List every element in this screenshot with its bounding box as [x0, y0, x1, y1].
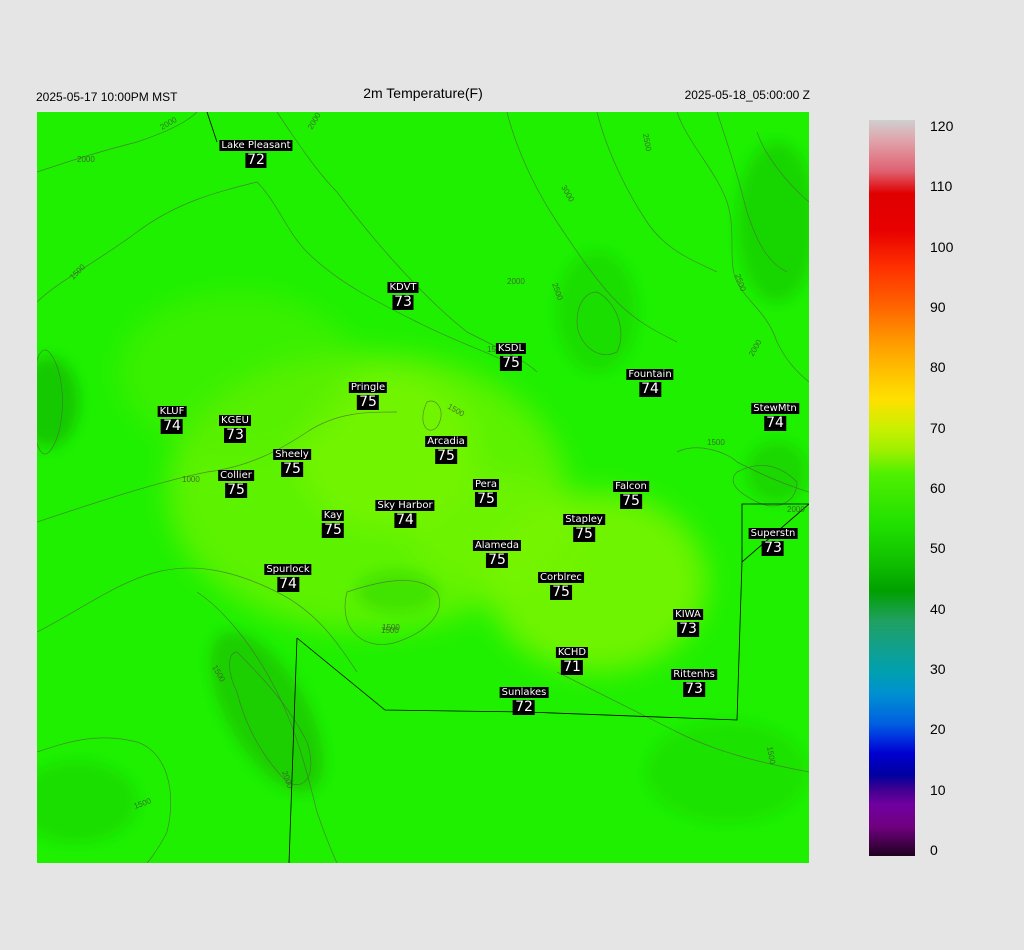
station-marker: Stapley 75 — [563, 514, 605, 542]
contour-label: 2000 — [787, 505, 805, 514]
station-temperature: 74 — [639, 381, 661, 397]
station-marker: Pera 75 — [472, 479, 500, 507]
station-marker: KSDL 75 — [495, 343, 527, 371]
temperature-field: 2000 2000200025003000150020002500 25002000… — [37, 112, 809, 863]
contour-label: 1500 — [707, 438, 725, 447]
station-name: KCHD — [555, 647, 589, 658]
colorbar-tick: 30 — [930, 661, 946, 677]
station-temperature: 73 — [677, 621, 699, 637]
station-name: StewMtn — [751, 403, 799, 414]
station-name: Collier — [218, 470, 254, 481]
station-marker: Sky Harbor 74 — [375, 500, 435, 528]
station-marker: Collier 75 — [218, 470, 254, 498]
station-marker: Alameda 75 — [472, 540, 522, 568]
station-temperature: 73 — [224, 427, 246, 443]
colorbar-tick: 80 — [930, 359, 946, 376]
station-name: Sunlakes — [499, 687, 549, 698]
station-marker: KLUF 74 — [157, 406, 187, 434]
station-name: Sheely — [273, 449, 311, 460]
station-marker: KGEU 73 — [219, 415, 251, 443]
station-temperature: 74 — [394, 512, 416, 528]
station-marker: Fountain 74 — [626, 369, 674, 397]
station-marker: Kay 75 — [321, 510, 345, 538]
station-temperature: 73 — [762, 540, 784, 556]
station-temperature: 74 — [161, 418, 183, 434]
local-time-label: 2025-05-17 10:00PM MST — [36, 90, 178, 104]
station-temperature: 73 — [683, 681, 705, 697]
colorbar-tick: 20 — [930, 721, 946, 738]
station-name: Kay — [321, 510, 345, 521]
colorbar-tick: 50 — [930, 540, 946, 557]
station-name: Stapley — [563, 514, 605, 525]
station-marker: KDVT 73 — [387, 282, 419, 310]
station-temperature: 75 — [322, 522, 344, 538]
station-name: Corblrec — [538, 572, 584, 583]
station-temperature: 75 — [550, 584, 572, 600]
station-temperature: 74 — [764, 415, 786, 431]
station-temperature: 75 — [573, 526, 595, 542]
station-temperature: 75 — [486, 552, 508, 568]
colorbar-tick: 70 — [930, 419, 946, 436]
station-temperature: 71 — [561, 659, 583, 675]
station-marker: Corblrec 75 — [538, 572, 584, 600]
station-temperature: 73 — [392, 294, 414, 310]
station-name: Superstn — [748, 528, 798, 539]
station-temperature: 75 — [357, 394, 379, 410]
station-name: KDVT — [387, 282, 419, 293]
station-marker: Spurlock 74 — [264, 564, 312, 592]
contour-label: 1000 — [182, 475, 200, 484]
colorbar-tick: 10 — [930, 781, 946, 798]
contour-label: 2000 — [77, 155, 95, 164]
colorbar-tick: 90 — [930, 299, 946, 315]
contour-label: 2000 — [507, 277, 525, 286]
station-temperature: 75 — [435, 448, 457, 464]
colorbar-tick: 60 — [930, 480, 946, 496]
station-name: Fountain — [626, 369, 674, 380]
station-name: Falcon — [613, 481, 649, 492]
station-marker: Lake Pleasant 72 — [219, 140, 293, 168]
station-marker: Falcon 75 — [613, 481, 649, 509]
station-name: Pringle — [348, 382, 388, 393]
station-temperature: 75 — [620, 493, 642, 509]
station-marker: KCHD 71 — [555, 647, 589, 675]
colorbar-tick: 100 — [930, 238, 954, 255]
colorbar-tick: 0 — [930, 842, 938, 858]
station-marker: KIWA 73 — [673, 609, 703, 637]
station-name: KIWA — [673, 609, 703, 620]
utc-time-label: 2025-05-18_05:00:00 Z — [684, 88, 810, 102]
station-marker: Sheely 75 — [273, 449, 311, 477]
contour-label: 1500 — [381, 626, 399, 635]
station-temperature: 75 — [225, 482, 247, 498]
station-temperature: 75 — [281, 461, 303, 477]
station-marker: Pringle 75 — [348, 382, 388, 410]
colorbar-tick: 110 — [930, 178, 953, 195]
station-name: Spurlock — [264, 564, 312, 575]
station-marker: Sunlakes 72 — [499, 687, 549, 715]
station-marker: Superstn 73 — [748, 528, 798, 556]
station-temperature: 75 — [475, 491, 497, 507]
station-marker: Arcadia 75 — [425, 436, 467, 464]
station-temperature: 72 — [245, 152, 267, 168]
station-temperature: 75 — [500, 355, 522, 371]
station-marker: StewMtn 74 — [751, 403, 799, 431]
station-name: Pera — [472, 479, 500, 490]
station-temperature: 72 — [513, 699, 535, 715]
station-name: Alameda — [472, 540, 522, 551]
station-name: Sky Harbor — [375, 500, 435, 511]
station-name: KLUF — [157, 406, 187, 417]
colorbar-tick: 120 — [930, 118, 954, 134]
temperature-colorbar — [869, 120, 915, 856]
station-name: KSDL — [495, 343, 527, 354]
station-temperature: 74 — [277, 576, 299, 592]
station-marker: Rittenhs 73 — [671, 669, 717, 697]
temperature-map: 2000 2000 2000 2500 3000 1500 2000 2500 2500 2000… — [37, 112, 809, 863]
colorbar-tick: 40 — [930, 600, 946, 617]
station-name: Lake Pleasant — [219, 140, 293, 151]
map-title: 2m Temperature(F) — [363, 85, 483, 101]
station-name: Rittenhs — [671, 669, 717, 680]
station-name: Arcadia — [425, 436, 467, 447]
station-name: KGEU — [219, 415, 251, 426]
